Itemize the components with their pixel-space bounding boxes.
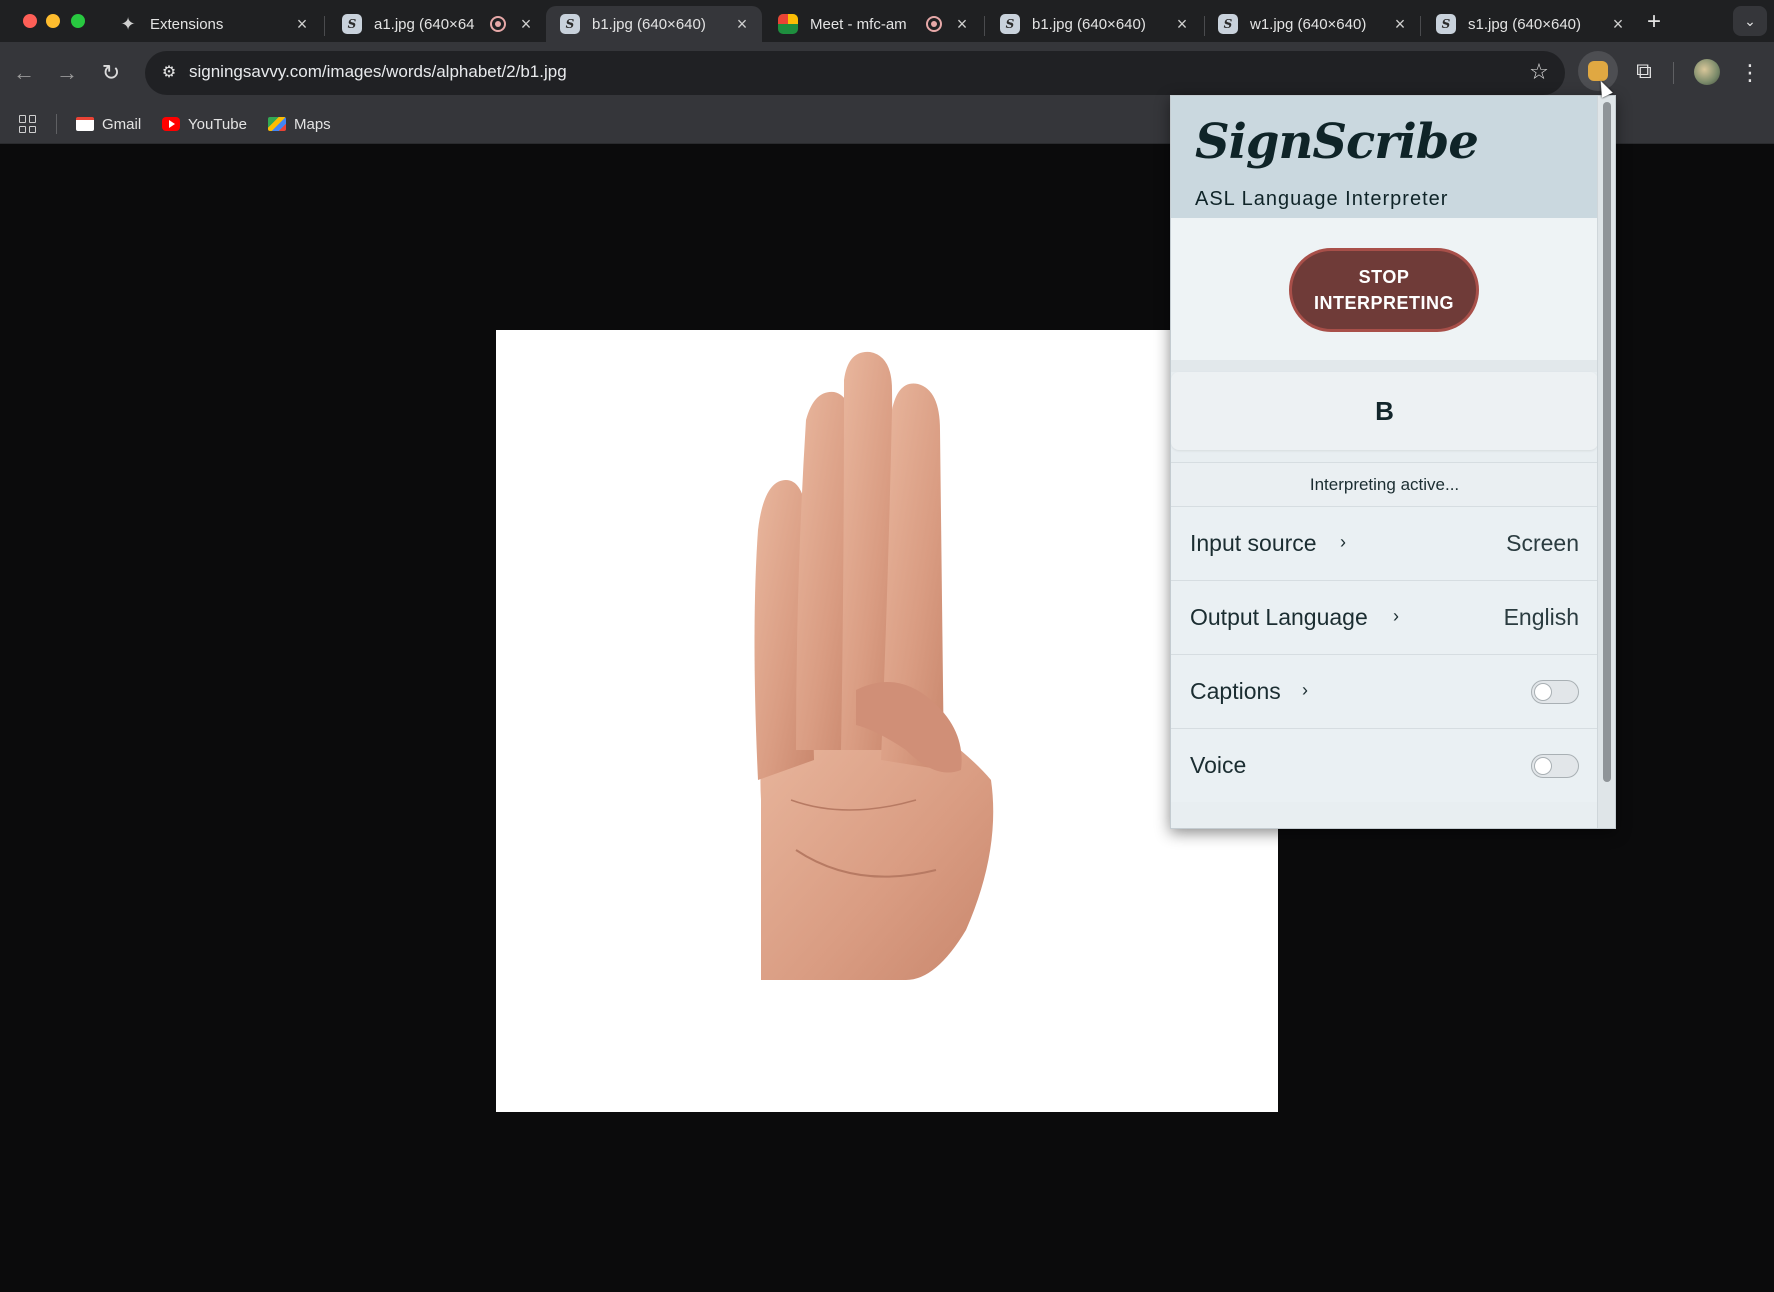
detected-letter: B (1375, 396, 1394, 426)
popup-scrollbar[interactable] (1597, 96, 1615, 828)
signingsavvy-favicon-icon: S (1218, 14, 1238, 34)
popup-header: SignScribe ASL Language Interpreter (1171, 96, 1598, 218)
signingsavvy-favicon-icon: S (1436, 14, 1456, 34)
bookmark-maps[interactable]: Maps (268, 112, 331, 136)
tab-divider (1420, 16, 1421, 36)
tab-title: Extensions (150, 15, 224, 33)
close-tab-icon[interactable]: × (1390, 14, 1410, 35)
signingsavvy-favicon-icon: S (342, 14, 362, 34)
tab-title: b1.jpg (640×640) (1032, 15, 1146, 33)
chevron-right-icon: › (1302, 680, 1308, 700)
popup-spacer (1171, 360, 1598, 372)
input-source-label: Input source (1190, 530, 1317, 556)
tab-meet[interactable]: Meet - mfc-am × (764, 6, 982, 42)
close-tab-icon[interactable]: × (516, 14, 536, 35)
captions-row[interactable]: Captions › (1171, 654, 1598, 728)
tab-title: a1.jpg (640×64 (374, 15, 475, 33)
recording-icon (926, 16, 942, 32)
output-language-label: Output Language (1190, 604, 1368, 630)
bookmark-star-icon[interactable]: ☆ (1525, 58, 1553, 86)
profile-avatar[interactable] (1694, 59, 1720, 85)
site-info-icon[interactable]: ⚙ (155, 59, 183, 87)
address-bar[interactable]: ⚙ signingsavvy.com/images/words/alphabet… (145, 51, 1565, 95)
close-tab-icon[interactable]: × (952, 14, 972, 35)
youtube-icon (162, 117, 180, 131)
tab-extensions[interactable]: ✦ Extensions × (104, 6, 322, 42)
signingsavvy-favicon-icon: S (1000, 14, 1020, 34)
window-zoom-button[interactable] (71, 14, 85, 28)
control-area: STOP INTERPRETING (1171, 218, 1598, 360)
scrollbar-thumb[interactable] (1603, 102, 1611, 782)
captions-toggle[interactable] (1531, 680, 1579, 704)
recording-icon (490, 16, 506, 32)
tab-title: b1.jpg (640×640) (592, 15, 706, 33)
popup-subtitle: ASL Language Interpreter (1195, 188, 1449, 210)
apps-grid-icon[interactable] (19, 115, 37, 133)
tab-search-button[interactable]: ⌄ (1733, 6, 1767, 36)
bookmark-youtube[interactable]: YouTube (162, 112, 247, 136)
tab-s1[interactable]: S s1.jpg (640×640) × (1422, 6, 1638, 42)
voice-toggle[interactable] (1531, 754, 1579, 778)
tab-title: Meet - mfc-am (810, 15, 907, 33)
new-tab-button[interactable]: + (1640, 8, 1668, 36)
input-source-row[interactable]: Input source › Screen (1171, 506, 1598, 580)
hand-sign-b-illustration (754, 351, 994, 980)
toggle-knob (1534, 757, 1552, 775)
toggle-knob (1534, 683, 1552, 701)
tab-divider (984, 16, 985, 36)
voice-row[interactable]: Voice (1171, 728, 1598, 802)
toolbar-divider (1673, 62, 1674, 84)
bookmark-gmail[interactable]: Gmail (76, 112, 141, 136)
asl-letter-image (496, 330, 1278, 1112)
window-minimize-button[interactable] (46, 14, 60, 28)
chevron-right-icon: › (1340, 532, 1346, 552)
tab-divider (324, 16, 325, 36)
signingsavvy-favicon-icon: S (560, 14, 580, 34)
tab-w1[interactable]: S w1.jpg (640×640) × (1204, 6, 1420, 42)
output-language-value: English (1503, 604, 1579, 630)
back-button[interactable]: ← (9, 58, 39, 88)
extensions-puzzle-icon[interactable]: ⧉ (1624, 51, 1664, 91)
stop-button-line2: INTERPRETING (1313, 293, 1454, 313)
browser-window: ✦ Extensions × S a1.jpg (640×64 × S b1.j… (0, 0, 1774, 1292)
signscribe-popup: SignScribe ASL Language Interpreter STOP… (1170, 95, 1616, 829)
bookmark-label: Gmail (102, 115, 142, 133)
close-tab-icon[interactable]: × (1608, 14, 1628, 35)
tab-a1[interactable]: S a1.jpg (640×64 × (328, 6, 546, 42)
voice-label: Voice (1190, 752, 1247, 778)
bookmark-label: Maps (294, 115, 331, 133)
stop-interpreting-button[interactable]: STOP INTERPRETING (1289, 248, 1479, 332)
forward-button[interactable]: → (52, 58, 82, 88)
bookmark-label: YouTube (188, 115, 247, 133)
close-tab-icon[interactable]: × (732, 14, 752, 35)
meet-favicon-icon (778, 14, 798, 34)
gmail-icon (76, 117, 94, 131)
tab-b1[interactable]: S b1.jpg (640×640) × (986, 6, 1202, 42)
captions-label: Captions (1190, 678, 1281, 704)
brand-logo: SignScribe (1195, 114, 1479, 170)
tab-title: w1.jpg (640×640) (1250, 15, 1367, 33)
stop-button-line1: STOP (1358, 266, 1410, 287)
input-source-value: Screen (1506, 530, 1579, 556)
close-tab-icon[interactable]: × (1172, 14, 1192, 35)
puzzle-icon: ✦ (120, 13, 136, 34)
tab-title: s1.jpg (640×640) (1468, 15, 1581, 33)
close-tab-icon[interactable]: × (292, 14, 312, 35)
reload-button[interactable]: ↻ (96, 58, 126, 88)
bookmarks-divider (56, 114, 57, 134)
chevron-right-icon: › (1393, 606, 1399, 626)
output-language-row[interactable]: Output Language › English (1171, 580, 1598, 654)
tab-strip: ✦ Extensions × S a1.jpg (640×64 × S b1.j… (0, 0, 1774, 42)
browser-menu-icon[interactable]: ⋮ (1738, 58, 1762, 88)
url-text[interactable]: signingsavvy.com/images/words/alphabet/2… (189, 62, 567, 82)
detected-letter-card: B (1171, 372, 1598, 450)
window-close-button[interactable] (23, 14, 37, 28)
maps-icon (268, 117, 286, 131)
status-text: Interpreting active... (1171, 462, 1598, 506)
tab-b1-active[interactable]: S b1.jpg (640×640) × (546, 6, 762, 42)
